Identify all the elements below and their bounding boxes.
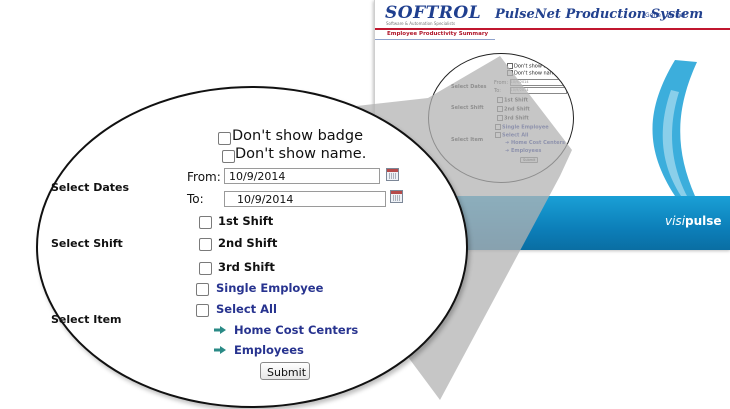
dont-show-name-label: Don't show name. [235, 146, 367, 162]
employees-link[interactable]: Employees [234, 343, 304, 357]
shift-1-label: 1st Shift [218, 214, 274, 228]
dont-show-badge-label: Don't show badge [232, 128, 364, 144]
from-label: From: [187, 170, 221, 184]
shift-1-checkbox[interactable] [199, 216, 212, 229]
shift-3-checkbox[interactable] [199, 262, 212, 275]
home-cost-centers-link[interactable]: Home Cost Centers [234, 323, 358, 337]
select-all-checkbox[interactable] [196, 304, 209, 317]
from-date-input[interactable]: 10/9/2014 [224, 168, 380, 184]
select-dates-label: Select Dates [51, 181, 130, 194]
to-date-input[interactable]: 10/9/2014 [224, 191, 386, 207]
to-label: To: [187, 192, 204, 206]
shift-2-checkbox[interactable] [199, 238, 212, 251]
single-employee-checkbox[interactable] [196, 283, 209, 296]
home-cost-centers-arrow-icon [214, 326, 226, 334]
zoomed-form-circle: Don't show badge Don't show name. Select… [36, 86, 468, 408]
employees-arrow-icon [214, 346, 226, 354]
from-calendar-icon[interactable] [386, 168, 399, 181]
select-shift-label: Select Shift [51, 237, 123, 250]
dont-show-name-checkbox[interactable] [222, 150, 235, 163]
dont-show-badge-checkbox[interactable] [218, 132, 231, 145]
submit-button[interactable]: Submit [260, 362, 310, 380]
shift-2-label: 2nd Shift [218, 236, 278, 250]
select-all-label[interactable]: Select All [216, 302, 277, 316]
to-calendar-icon[interactable] [390, 190, 403, 203]
single-employee-label[interactable]: Single Employee [216, 281, 323, 295]
shift-3-label: 3rd Shift [218, 260, 275, 274]
select-item-label: Select Item [51, 313, 122, 326]
